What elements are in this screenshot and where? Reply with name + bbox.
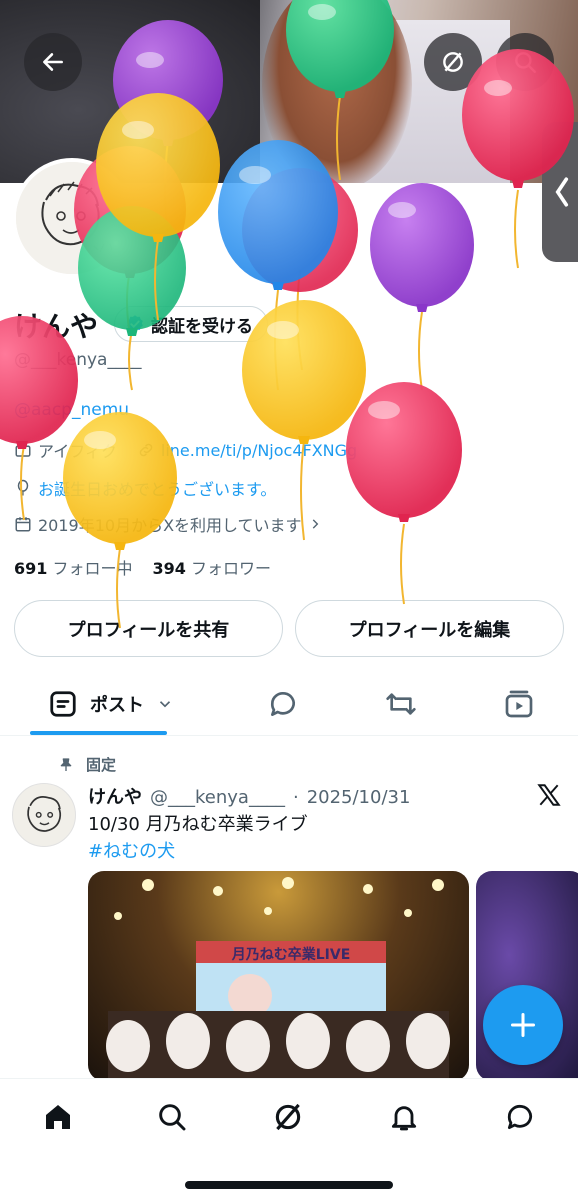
nav-grok[interactable] <box>268 1097 308 1137</box>
replies-icon <box>270 692 295 716</box>
notifications-icon <box>391 1106 417 1131</box>
share-profile-button[interactable]: プロフィールを共有 <box>14 600 283 657</box>
post-avatar-drawing <box>27 796 62 832</box>
chevron-down-icon <box>159 701 171 708</box>
bio-mention-link[interactable]: @aacp_nemu <box>14 400 129 420</box>
search-nav-icon <box>159 1104 186 1131</box>
messages-icon <box>507 1104 533 1130</box>
media-icon <box>505 690 533 718</box>
home-indicator <box>185 1181 393 1189</box>
followers-count: 394 <box>152 559 186 578</box>
post-author-name[interactable]: けんや <box>88 783 142 809</box>
following-label: フォロー中 <box>52 559 133 578</box>
followers-label: フォロワー <box>191 559 272 578</box>
following-count: 691 <box>14 559 48 578</box>
followers-stat[interactable]: 394 フォロワー <box>153 555 272 579</box>
profile-tabs: ポスト <box>0 672 578 736</box>
posts-tab-icon <box>50 691 76 717</box>
stage-banner-text: 月乃ねむ卒業LIVE <box>231 946 351 963</box>
grok-button[interactable] <box>424 33 482 91</box>
joined-line[interactable]: 2019年10月からXを利用しています <box>14 512 322 536</box>
repost-icon <box>386 693 416 715</box>
edit-profile-button[interactable]: プロフィールを編集 <box>295 600 564 657</box>
category-line: アイフィク line.me/ti/p/Njoc4FXNGg <box>14 438 357 462</box>
pinned-label: 固定 <box>86 756 117 774</box>
verified-badge-icon <box>127 315 143 332</box>
profile-avatar[interactable] <box>12 158 132 278</box>
avatar-drawing <box>16 162 128 274</box>
post-date[interactable]: 2025/10/31 <box>307 787 411 808</box>
back-button[interactable] <box>24 33 82 91</box>
tab-posts-label: ポスト <box>90 695 144 716</box>
tab-replies[interactable] <box>258 672 308 736</box>
display-name: けんや <box>14 310 99 343</box>
pinned-indicator: 固定 <box>58 754 116 775</box>
nav-messages[interactable] <box>500 1097 540 1137</box>
search-icon <box>515 52 536 73</box>
balloon <box>242 168 358 371</box>
chevron-left-icon <box>555 177 569 207</box>
home-icon <box>46 1105 70 1129</box>
grok-icon <box>443 52 463 72</box>
plus-icon <box>510 1012 536 1038</box>
side-panel-handle[interactable] <box>542 122 578 262</box>
birthday-text: お誕生日おめでとうございます。 <box>38 480 277 499</box>
tab-posts[interactable]: ポスト <box>30 672 190 736</box>
verify-label: 認証を受ける <box>151 316 253 337</box>
post-author-avatar[interactable] <box>12 783 76 847</box>
balloon <box>346 382 462 605</box>
post-photo-1[interactable]: 月乃ねむ卒業LIVE <box>88 871 469 1081</box>
x-logo-icon <box>537 784 561 806</box>
category-text: アイフィク <box>38 442 117 461</box>
briefcase-icon <box>15 444 31 457</box>
post-header: けんや @___kenya____ · 2025/10/31 <box>88 783 410 809</box>
nav-search[interactable] <box>152 1097 192 1137</box>
tab-reposts[interactable] <box>376 672 426 736</box>
tab-media[interactable] <box>494 672 544 736</box>
joined-text: 2019年10月からXを利用しています <box>38 516 302 535</box>
search-button[interactable] <box>496 33 554 91</box>
nav-home[interactable] <box>38 1097 78 1137</box>
compose-button[interactable] <box>483 985 563 1065</box>
calendar-icon <box>15 517 31 532</box>
nav-notifications[interactable] <box>384 1097 424 1137</box>
handle: @___kenya____ <box>14 350 142 370</box>
grok-nav-icon <box>275 1103 301 1131</box>
profile-banner[interactable] <box>0 0 578 183</box>
balloon <box>370 183 474 391</box>
get-verified-button[interactable]: 認証を受ける <box>114 306 268 342</box>
post-text: 10/30 月乃ねむ卒業ライブ <box>88 814 308 835</box>
post-hashtag[interactable]: #ねむの犬 <box>88 837 175 863</box>
tab-indicator <box>30 731 167 735</box>
back-arrow-icon <box>43 53 63 71</box>
birthday-line: お誕生日おめでとうございます。 <box>14 476 276 500</box>
follow-stats: 691 フォロー中 394 フォロワー <box>14 555 271 579</box>
profile-link[interactable]: line.me/ti/p/Njoc4FXNGg <box>161 441 357 460</box>
post-source-x[interactable] <box>536 782 562 812</box>
stage-photo: 月乃ねむ卒業LIVE <box>106 877 450 1081</box>
following-stat[interactable]: 691 フォロー中 <box>14 555 133 579</box>
post-author-handle[interactable]: @___kenya____ <box>150 787 285 808</box>
link-icon <box>139 443 153 457</box>
pin-icon <box>60 757 72 771</box>
balloon-icon <box>17 479 29 496</box>
post-separator: · <box>292 787 299 808</box>
chevron-right-icon <box>312 519 318 529</box>
